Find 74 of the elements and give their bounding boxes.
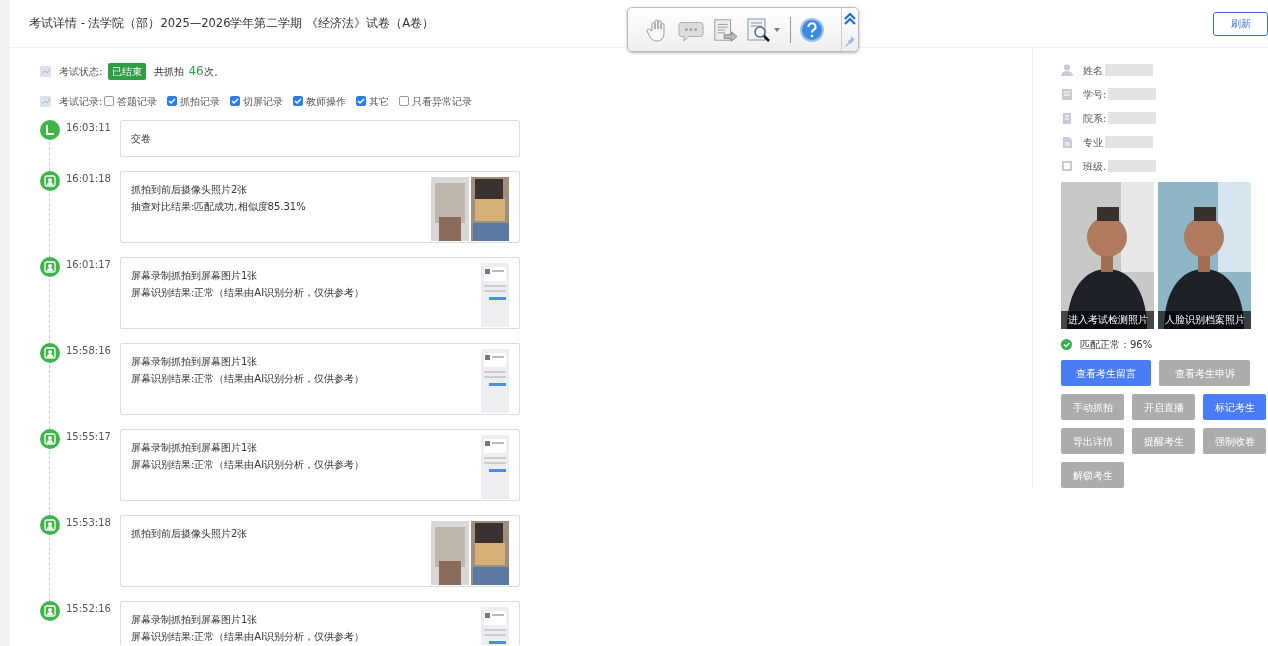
building-icon	[1061, 112, 1073, 124]
capture-label: 共抓拍	[154, 64, 185, 79]
checkbox-label[interactable]: 抓拍记录	[180, 93, 221, 109]
id-card-icon	[1061, 88, 1073, 100]
event-text: 抓拍到前后摄像头照片2张	[131, 527, 248, 541]
capture-icon	[40, 515, 60, 535]
action-button[interactable]: 标记考生	[1203, 394, 1266, 420]
capture-icon	[40, 343, 60, 363]
capture-icon	[40, 601, 60, 621]
checkbox-label[interactable]: 其它	[369, 93, 390, 109]
event-time: 16:01:17	[65, 258, 112, 272]
checkbox[interactable]	[356, 96, 367, 106]
redacted-value	[1108, 112, 1157, 124]
event-time: 15:55:17	[65, 430, 112, 444]
field-label: 班级.	[1083, 159, 1107, 174]
event-text: 屏幕录制抓拍到屏幕图片1张	[131, 355, 259, 369]
checkbox[interactable]	[399, 96, 410, 106]
status-badge: 已结束	[108, 62, 147, 80]
event-text: 抓拍到前后摄像头照片2张	[131, 183, 249, 197]
event-text: 屏幕识别结果:正常（结果由AI识别分析，仅供参考）	[131, 458, 365, 472]
event-text: 屏幕识别结果:正常（结果由AI识别分析，仅供参考）	[131, 372, 365, 386]
event-time: 16:03:11	[65, 121, 112, 135]
redacted-value	[1108, 160, 1157, 172]
field-label: 学号:	[1083, 87, 1107, 102]
capture-icon	[40, 257, 60, 277]
square-icon	[1061, 160, 1073, 172]
checkbox-label[interactable]: 答题记录	[117, 93, 158, 109]
event-text: 屏幕识别结果:正常（结果由AI识别分析，仅供参考）	[131, 630, 365, 644]
records-label: 考试记录:	[59, 94, 103, 109]
event-text: 屏幕识别结果:正常（结果由AI识别分析，仅供参考）	[131, 286, 365, 300]
capture-count: 46	[188, 63, 204, 80]
document-icon	[1061, 136, 1073, 148]
capture-icon	[40, 429, 60, 449]
refresh-button[interactable]: 刷新	[1213, 11, 1268, 36]
checkbox[interactable]	[230, 96, 241, 106]
capture-icon	[40, 171, 60, 191]
field-label: 院系:	[1083, 111, 1107, 126]
submit-icon	[40, 120, 60, 140]
photo-caption: 人脸识别档案照片	[1158, 310, 1251, 329]
checkbox-label[interactable]: 教师操作	[306, 93, 347, 109]
event-text: 屏幕录制抓拍到屏幕图片1张	[131, 613, 259, 627]
double-chevron-up-icon[interactable]	[843, 12, 857, 27]
redacted-value	[1105, 64, 1153, 76]
event-time: 15:52:16	[65, 602, 112, 616]
capture-unit: 次。	[203, 64, 224, 79]
event-time: 16:01:18	[65, 172, 112, 186]
checkbox-label[interactable]: 切屏记录	[243, 93, 284, 109]
checkbox[interactable]	[293, 96, 304, 106]
help-icon[interactable]	[799, 16, 825, 43]
chart-icon	[40, 65, 51, 77]
document-search-icon[interactable]	[746, 16, 782, 43]
checkbox[interactable]	[167, 96, 178, 106]
field-label: 专业	[1083, 135, 1103, 150]
match-result: 匹配正常：96%	[1080, 338, 1153, 352]
event-text: 屏幕录制抓拍到屏幕图片1张	[131, 269, 259, 283]
event-text: 交卷	[131, 132, 151, 146]
event-text: 屏幕录制抓拍到屏幕图片1张	[131, 441, 259, 455]
photo-caption: 进入考试检测照片	[1061, 310, 1154, 329]
page-title: 考试详情 - 法学院（部）2025—2026学年第二学期 《经济法》试卷（A卷）	[29, 14, 435, 32]
event-time: 15:58:16	[65, 344, 112, 358]
chart-icon	[40, 95, 51, 107]
redacted-value	[1105, 136, 1153, 148]
checkbox[interactable]	[104, 96, 115, 106]
checkbox-label[interactable]: 只看异常记录	[412, 93, 473, 109]
status-label: 考试状态:	[59, 64, 103, 79]
action-button[interactable]: 查看考生留言	[1061, 360, 1151, 386]
event-time: 15:53:18	[65, 516, 112, 530]
document-arrow-icon[interactable]	[712, 16, 738, 43]
field-label: 姓名	[1083, 63, 1103, 78]
person-icon	[1061, 64, 1073, 76]
event-text: 抽查对比结果:匹配成功,相似度85.31%	[131, 200, 306, 214]
pin-icon[interactable]	[844, 34, 856, 47]
redacted-value	[1108, 88, 1157, 100]
check-circle-icon	[1061, 339, 1072, 350]
